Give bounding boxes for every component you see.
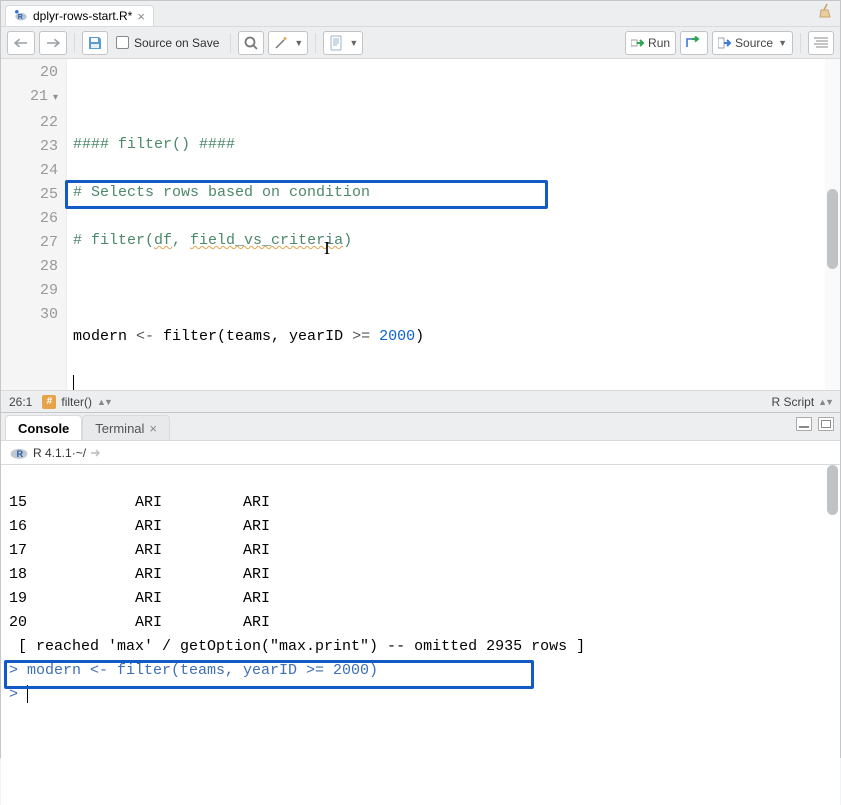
svg-text:R: R [18,14,23,21]
source-on-save-label: Source on Save [134,36,219,50]
scrollbar-thumb[interactable] [827,465,838,515]
console-scrollbar[interactable] [825,465,840,805]
editor-tabstrip: R dplyr-rows-start.R* × [1,1,840,27]
rerun-button[interactable] [680,31,708,55]
code-area[interactable]: #### filter() #### # Selects rows based … [67,59,840,390]
close-icon[interactable]: × [149,422,157,435]
section-name: filter() [61,395,92,409]
console-tabstrip: Console Terminal × [1,413,840,441]
nav-back-button[interactable] [7,31,35,55]
close-icon[interactable]: × [137,10,145,23]
compile-report-button[interactable]: ▼ [323,31,363,55]
console-row: 17 ARI ARI [9,539,832,563]
language-stepper-icon: ▲▼ [818,397,832,407]
svg-text:R: R [17,449,24,459]
editor-toolbar: Source on Save ▼ ▼ Run Source ▼ [1,27,840,59]
source-label: Source [735,36,773,50]
editor-statusbar: 26:1 # filter() ▲▼ R Script ▲▼ [1,390,840,412]
run-icon [631,37,645,49]
tab-terminal[interactable]: Terminal × [82,415,170,440]
console-pane: Console Terminal × R R 4.1.1 · ~/ 15 ARI [1,413,840,805]
tab-console-label: Console [18,421,69,436]
console-row: 16 ARI ARI [9,515,832,539]
run-button[interactable]: Run [625,31,676,55]
tab-console[interactable]: Console [5,415,82,440]
separator [315,33,316,53]
section-nav[interactable]: # filter() ▲▼ [42,395,111,409]
source-on-save-checkbox[interactable] [116,36,129,49]
maximize-pane-button[interactable] [818,417,834,431]
console-row: 20 ARI ARI [9,611,832,635]
r-file-icon: R [14,9,28,23]
clear-console-button[interactable] [817,2,835,20]
file-tab[interactable]: R dplyr-rows-start.R* × [5,5,154,26]
file-tab-label: dplyr-rows-start.R* [33,9,132,23]
line-gutter: 20 21▾ 22 23 24 25 26 27 28 29 30 [1,59,67,390]
source-button[interactable]: Source ▼ [712,31,793,55]
code-tools-button[interactable]: ▼ [268,31,308,55]
console-infobar: R R 4.1.1 · ~/ [1,441,840,465]
run-label: Run [648,36,670,50]
r-version: R 4.1.1 [33,446,72,460]
outline-button[interactable] [808,31,834,55]
separator [230,33,231,53]
cursor-position: 26:1 [9,395,32,409]
tab-terminal-label: Terminal [95,421,144,436]
section-stepper-icon: ▲▼ [97,397,111,407]
highlight-box [4,660,534,689]
r-logo-icon: R [9,445,27,461]
section-icon: # [42,395,56,409]
editor-scrollbar[interactable] [825,59,840,390]
source-icon [718,37,732,49]
separator [74,33,75,53]
language-label: R Script [771,395,814,409]
language-selector[interactable]: R Script ▲▼ [771,395,832,409]
share-icon[interactable] [88,447,102,459]
minimize-pane-button[interactable] [796,417,812,431]
separator [800,33,801,53]
console-row: 18 ARI ARI [9,563,832,587]
code-editor[interactable]: 20 21▾ 22 23 24 25 26 27 28 29 30 #### f… [1,59,840,390]
text-cursor-icon: I [324,236,330,260]
console-row: 15 ARI ARI [9,491,832,515]
scrollbar-thumb[interactable] [827,189,838,269]
find-button[interactable] [238,31,264,55]
save-button[interactable] [82,31,108,55]
console-row: 19 ARI ARI [9,587,832,611]
nav-forward-button[interactable] [39,31,67,55]
source-pane: R dplyr-rows-start.R* × Source on Save ▼ [1,1,840,413]
console-output[interactable]: 15 ARI ARI 16 ARI ARI 17 ARI ARI 18 ARI … [1,465,840,805]
working-dir[interactable]: ~/ [76,446,86,460]
